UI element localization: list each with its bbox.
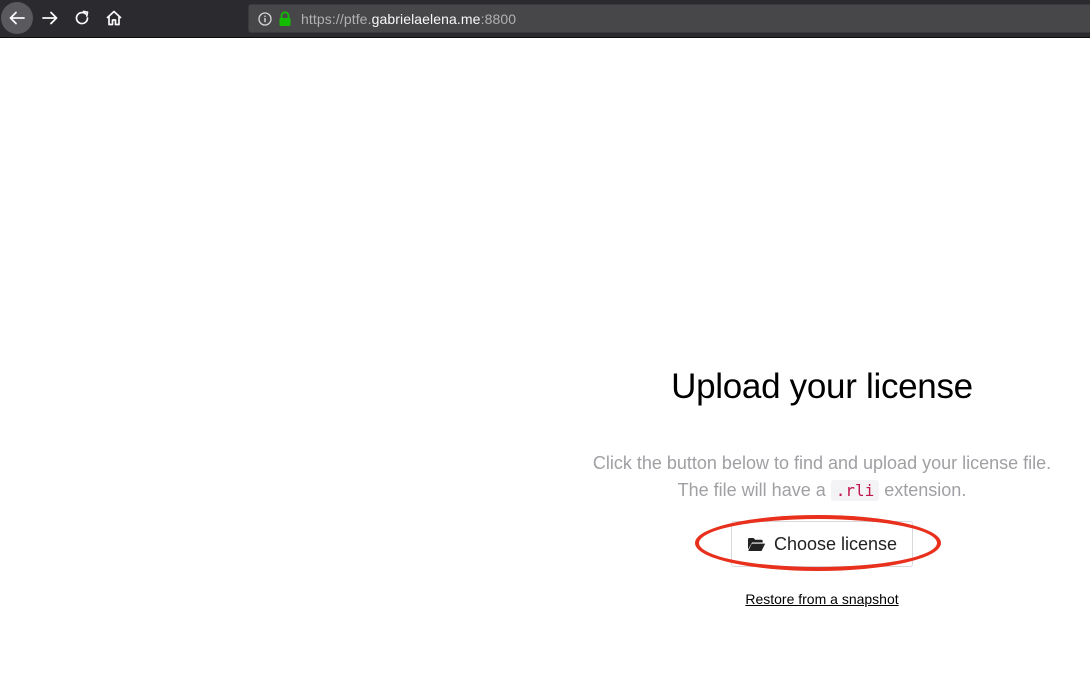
arrow-left-icon [9, 11, 25, 25]
choose-license-button[interactable]: Choose license [731, 521, 913, 567]
restore-snapshot-link[interactable]: Restore from a snapshot [745, 591, 898, 607]
arrow-right-icon [42, 11, 58, 25]
upload-description: Click the button below to find and uploa… [556, 450, 1088, 504]
home-button[interactable] [98, 2, 130, 34]
folder-open-icon [747, 537, 766, 551]
lock-icon[interactable] [278, 11, 292, 27]
description-after: extension. [879, 480, 967, 500]
description-before: The file will have a [677, 480, 831, 500]
browser-toolbar: https://ptfe.gabrielaelena.me:8800 [0, 0, 1090, 38]
back-button[interactable] [1, 2, 33, 34]
reload-icon [75, 10, 89, 25]
page-title: Upload your license [671, 367, 973, 406]
url-suffix: :8800 [480, 11, 517, 27]
info-icon[interactable] [258, 12, 272, 26]
file-extension-code: .rli [830, 480, 880, 501]
url-prefix: https://ptfe. [301, 11, 372, 27]
restore-snapshot-link-row: Restore from a snapshot [556, 591, 1088, 607]
description-line-2: The file will have a .rli extension. [556, 477, 1088, 504]
url-host: gabrielaelena.me [371, 11, 481, 27]
address-bar[interactable]: https://ptfe.gabrielaelena.me:8800 [248, 4, 1090, 33]
reload-button[interactable] [66, 2, 98, 34]
forward-button[interactable] [34, 2, 66, 34]
description-line-1: Click the button below to find and uploa… [592, 453, 1052, 473]
url-text[interactable]: https://ptfe.gabrielaelena.me:8800 [301, 11, 516, 27]
choose-license-label: Choose license [773, 533, 898, 554]
home-icon [106, 10, 122, 26]
